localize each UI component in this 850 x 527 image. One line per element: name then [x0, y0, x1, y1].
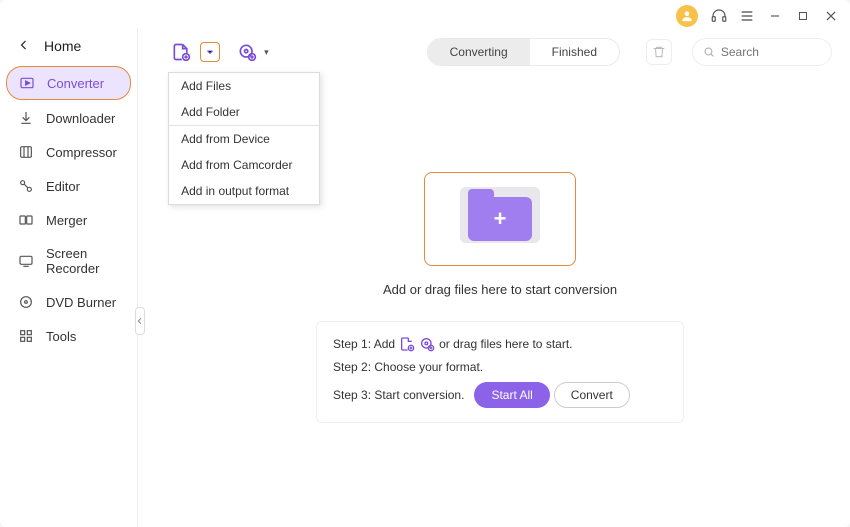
- support-icon[interactable]: [710, 7, 728, 25]
- editor-icon: [18, 178, 34, 194]
- tools-icon: [18, 328, 34, 344]
- search-icon: [703, 45, 715, 59]
- sidebar-item-tools[interactable]: Tools: [6, 320, 131, 352]
- dd-add-from-device[interactable]: Add from Device: [169, 125, 319, 152]
- dd-add-files[interactable]: Add Files: [169, 73, 319, 99]
- search-input[interactable]: [721, 45, 821, 59]
- trash-button[interactable]: [646, 39, 672, 65]
- step-3-label: Step 3: Start conversion.: [333, 388, 464, 402]
- menu-icon[interactable]: [738, 7, 756, 25]
- main-area: ▾ Converting Finished Add Files Add Fold…: [138, 28, 850, 527]
- back-icon[interactable]: [18, 38, 30, 54]
- sidebar-item-label: Converter: [47, 76, 104, 91]
- sidebar-item-downloader[interactable]: Downloader: [6, 102, 131, 134]
- window-maximize[interactable]: [794, 7, 812, 25]
- dd-add-folder[interactable]: Add Folder: [169, 99, 319, 125]
- titlebar: [0, 0, 850, 28]
- sidebar: Home Converter Downloader Compressor Ed: [0, 28, 138, 527]
- user-avatar[interactable]: [676, 5, 698, 27]
- converter-icon: [19, 75, 35, 91]
- toolbar-left: ▾: [168, 39, 269, 65]
- body: Home Converter Downloader Compressor Ed: [0, 28, 850, 527]
- chevron-down-icon[interactable]: ▾: [264, 47, 269, 58]
- start-all-button[interactable]: Start All: [474, 382, 549, 408]
- sidebar-item-label: Screen Recorder: [46, 246, 119, 276]
- add-file-icon[interactable]: [399, 336, 415, 352]
- dvd-burner-icon: [18, 294, 34, 310]
- window-minimize[interactable]: [766, 7, 784, 25]
- merger-icon: [18, 212, 34, 228]
- steps-panel: Step 1: Add or drag files here to start.…: [316, 321, 684, 423]
- sidebar-item-label: Compressor: [46, 145, 117, 160]
- step-2: Step 2: Choose your format.: [333, 360, 667, 374]
- add-disc-icon[interactable]: [419, 336, 435, 352]
- sidebar-header: Home: [0, 38, 137, 66]
- app-window: Home Converter Downloader Compressor Ed: [0, 0, 850, 527]
- sidebar-item-label: DVD Burner: [46, 295, 116, 310]
- dd-add-from-camcorder[interactable]: Add from Camcorder: [169, 152, 319, 178]
- window-close[interactable]: [822, 7, 840, 25]
- add-disc-icon[interactable]: [234, 39, 260, 65]
- tab-segment: Converting Finished: [427, 38, 620, 66]
- sidebar-item-label: Tools: [46, 329, 76, 344]
- sidebar-item-label: Merger: [46, 213, 87, 228]
- step-3: Step 3: Start conversion. Start All Conv…: [333, 382, 667, 408]
- add-menu-dropdown: Add Files Add Folder Add from Device Add…: [168, 72, 320, 205]
- convert-button[interactable]: Convert: [554, 382, 630, 408]
- home-label[interactable]: Home: [44, 38, 81, 54]
- sidebar-item-label: Downloader: [46, 111, 115, 126]
- toolbar: ▾ Converting Finished: [168, 38, 832, 66]
- add-file-icon[interactable]: [168, 39, 194, 65]
- search-box[interactable]: [692, 38, 832, 66]
- sidebar-item-label: Editor: [46, 179, 80, 194]
- add-file-dropdown-toggle[interactable]: [200, 42, 220, 62]
- sidebar-item-editor[interactable]: Editor: [6, 170, 131, 202]
- tab-label: Converting: [450, 45, 508, 59]
- sidebar-item-merger[interactable]: Merger: [6, 204, 131, 236]
- step-1-label-a: Step 1: Add: [333, 337, 395, 351]
- folder-icon: +: [468, 197, 532, 241]
- drop-area: + Add or drag files here to start conver…: [316, 172, 684, 297]
- screen-recorder-icon: [18, 253, 34, 269]
- step-1: Step 1: Add or drag files here to start.: [333, 336, 667, 352]
- sidebar-item-screen-recorder[interactable]: Screen Recorder: [6, 238, 131, 284]
- sidebar-nav: Converter Downloader Compressor Editor M…: [0, 66, 137, 352]
- drop-label: Add or drag files here to start conversi…: [316, 282, 684, 297]
- compressor-icon: [18, 144, 34, 160]
- sidebar-item-converter[interactable]: Converter: [6, 66, 131, 100]
- step-1-label-b: or drag files here to start.: [439, 337, 572, 351]
- plus-icon: +: [494, 206, 507, 232]
- drop-frame[interactable]: +: [424, 172, 576, 266]
- tab-finished[interactable]: Finished: [530, 39, 619, 65]
- downloader-icon: [18, 110, 34, 126]
- sidebar-item-compressor[interactable]: Compressor: [6, 136, 131, 168]
- tab-label: Finished: [552, 45, 597, 59]
- tab-converting[interactable]: Converting: [428, 39, 530, 65]
- dd-add-output-format[interactable]: Add in output format: [169, 178, 319, 204]
- step-2-label: Step 2: Choose your format.: [333, 360, 483, 374]
- sidebar-item-dvd-burner[interactable]: DVD Burner: [6, 286, 131, 318]
